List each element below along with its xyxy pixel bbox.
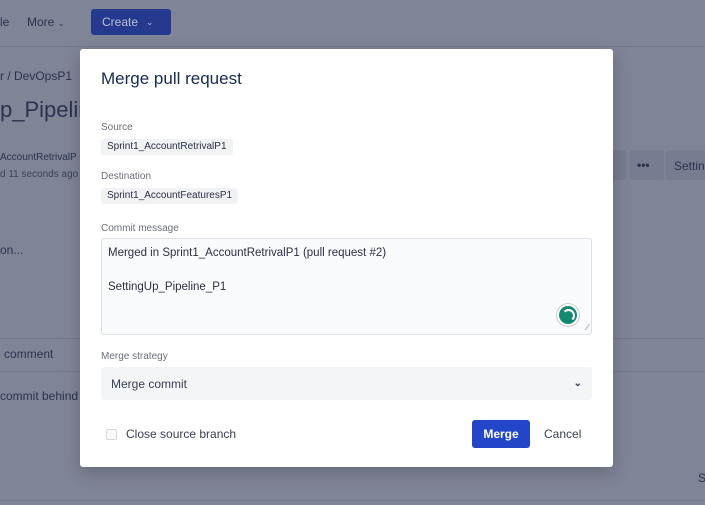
- commit-message-line: SettingUp_Pipeline_P1: [108, 281, 227, 293]
- updated-text: d 11 seconds ago ·: [0, 169, 85, 180]
- grammarly-icon[interactable]: [557, 304, 579, 326]
- nav-item-partial[interactable]: le: [0, 15, 9, 29]
- behind-partial: commit behind: [0, 389, 79, 403]
- create-label: Create: [102, 15, 139, 29]
- close-source-branch-label[interactable]: Close source branch: [126, 427, 236, 441]
- chevron-down-icon: ⌄: [57, 19, 65, 28]
- commit-message-label: Commit message: [101, 223, 179, 234]
- create-button[interactable]: Create ⌄: [91, 9, 171, 35]
- source-branch-tag: Sprint1_AccountRetrivalP1: [101, 139, 233, 155]
- resize-handle-icon[interactable]: ⁄⁄: [586, 323, 589, 332]
- more-actions-button[interactable]: •••: [630, 150, 664, 180]
- commit-message-line: Merged in Sprint1_AccountRetrivalP1 (pul…: [108, 247, 387, 259]
- header-divider: [0, 46, 705, 47]
- description-partial: on...: [0, 243, 24, 257]
- chevron-down-icon: ⌄: [573, 378, 582, 389]
- destination-branch-tag: Sprint1_AccountFeaturesP1: [101, 188, 239, 204]
- corner-partial: S: [698, 471, 705, 485]
- source-branch-partial: AccountRetrivalP: [0, 152, 77, 163]
- divider: [0, 500, 705, 501]
- merge-strategy-label: Merge strategy: [101, 351, 168, 362]
- merge-dialog: Merge pull request Source Sprint1_Accoun…: [80, 49, 613, 467]
- settings-button[interactable]: Settin: [666, 150, 705, 180]
- breadcrumb[interactable]: r / DevOpsP1: [0, 69, 72, 83]
- destination-label: Destination: [101, 171, 152, 182]
- merge-strategy-value: Merge commit: [111, 376, 188, 391]
- merge-strategy-select[interactable]: Merge commit ⌄: [101, 367, 592, 400]
- merge-button[interactable]: Merge: [472, 420, 530, 448]
- ellipsis-icon: •••: [637, 158, 650, 172]
- dialog-title: Merge pull request: [101, 69, 242, 88]
- cancel-button[interactable]: Cancel: [544, 427, 581, 441]
- nav-more[interactable]: More ⌄: [27, 15, 64, 29]
- page-title: p_Pipelin: [0, 97, 91, 122]
- comment-partial[interactable]: n comment: [0, 347, 53, 361]
- more-label: More: [27, 15, 55, 29]
- commit-message-textarea[interactable]: Merged in Sprint1_AccountRetrivalP1 (pul…: [101, 238, 592, 335]
- close-source-branch-checkbox[interactable]: [106, 429, 117, 440]
- source-label: Source: [101, 122, 133, 133]
- chevron-down-icon: ⌄: [146, 16, 154, 27]
